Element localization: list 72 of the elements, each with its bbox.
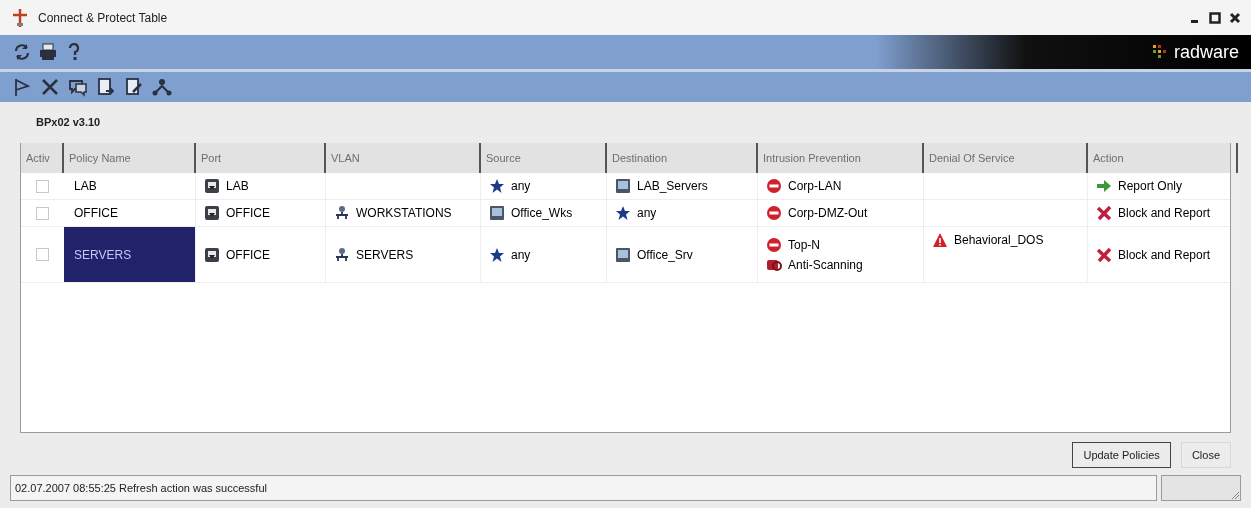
cell-text: Block and Report [1118, 246, 1211, 264]
port-icon [204, 246, 220, 263]
stop-icon [766, 205, 782, 221]
table-cell[interactable]: LAB [64, 173, 196, 199]
device-label: BPx02 v3.10 [36, 115, 101, 131]
network-icon [334, 205, 350, 221]
port-icon [204, 178, 220, 194]
column-header[interactable]: Activ [21, 143, 64, 173]
column-header[interactable]: Port [196, 143, 326, 173]
cell-text: Corp-LAN [788, 178, 842, 195]
cell-text: any [511, 178, 531, 195]
cell-text: WORKSTATIONS [356, 205, 452, 222]
cell-text: OFFICE [226, 246, 270, 264]
active-checkbox[interactable] [36, 248, 49, 261]
document-edit-icon[interactable] [124, 77, 144, 97]
warning-icon [932, 232, 948, 248]
cell-text: Office_Wks [511, 205, 573, 222]
column-header[interactable]: Policy Name [64, 143, 196, 173]
column-header[interactable]: Action [1088, 143, 1238, 173]
star-icon [489, 178, 505, 194]
cell-text: Report Only [1118, 178, 1183, 195]
star-icon [489, 246, 505, 263]
active-checkbox[interactable] [36, 206, 49, 220]
logo-icon [1151, 44, 1168, 60]
grip-icon [1230, 490, 1240, 500]
cell-text: Behavioral_DOS [954, 232, 1044, 249]
column-header[interactable]: Destination [607, 143, 758, 173]
port-icon [204, 205, 220, 221]
cross-icon [1096, 246, 1112, 263]
network-icon [334, 246, 350, 263]
table-cell[interactable]: OFFICE [64, 200, 196, 226]
app-icon [10, 7, 30, 28]
cell-text: Anti-Scanning [788, 256, 863, 274]
resize-grip[interactable] [1161, 475, 1241, 501]
column-header[interactable]: Intrusion Prevention [758, 143, 924, 173]
star-icon [615, 205, 631, 221]
status-message: 02.07.2007 08:55:25 Refresh action was successful [15, 480, 267, 496]
delete-icon[interactable] [40, 77, 60, 97]
close-icon[interactable] [1229, 11, 1241, 24]
cross-icon [1096, 205, 1112, 221]
dialog-button[interactable]: Update Policies [1072, 442, 1171, 468]
cell-text: LAB [226, 178, 249, 195]
network-icon[interactable] [152, 77, 172, 97]
stop-icon [766, 236, 782, 253]
column-header[interactable]: VLAN [326, 143, 481, 173]
column-header[interactable]: Source [481, 143, 607, 173]
cell-text: Office_Srv [637, 246, 693, 264]
cell-text: any [511, 246, 531, 264]
flag-icon[interactable] [12, 77, 32, 97]
refresh-icon[interactable] [12, 42, 32, 62]
printer-icon[interactable] [38, 42, 58, 62]
cell-text: Top-N [788, 236, 820, 254]
column-header[interactable]: Denial Of Service [924, 143, 1088, 173]
cell-text: LAB_Servers [637, 178, 708, 195]
monitor-icon [615, 246, 631, 263]
arrow-icon [1096, 178, 1112, 194]
stop-icon [766, 178, 782, 194]
maximize-icon[interactable] [1209, 11, 1221, 24]
cell-text: Corp-DMZ-Out [788, 205, 868, 222]
monitor-icon [489, 205, 505, 221]
cell-text: Block and Report [1118, 205, 1211, 222]
active-checkbox[interactable] [36, 179, 49, 193]
document-arrow-icon[interactable] [96, 77, 116, 97]
monitor-icon [615, 178, 631, 194]
cell-text: OFFICE [226, 205, 270, 222]
dialog-button[interactable]: Close [1180, 442, 1231, 468]
table-cell[interactable]: SERVERS [64, 227, 196, 282]
chat-icon[interactable] [68, 77, 88, 97]
cell-text: any [637, 205, 657, 222]
cell-text: SERVERS [356, 246, 414, 264]
brand-name: radware [1173, 40, 1239, 64]
window-title: Connect & Protect Table [38, 9, 169, 27]
